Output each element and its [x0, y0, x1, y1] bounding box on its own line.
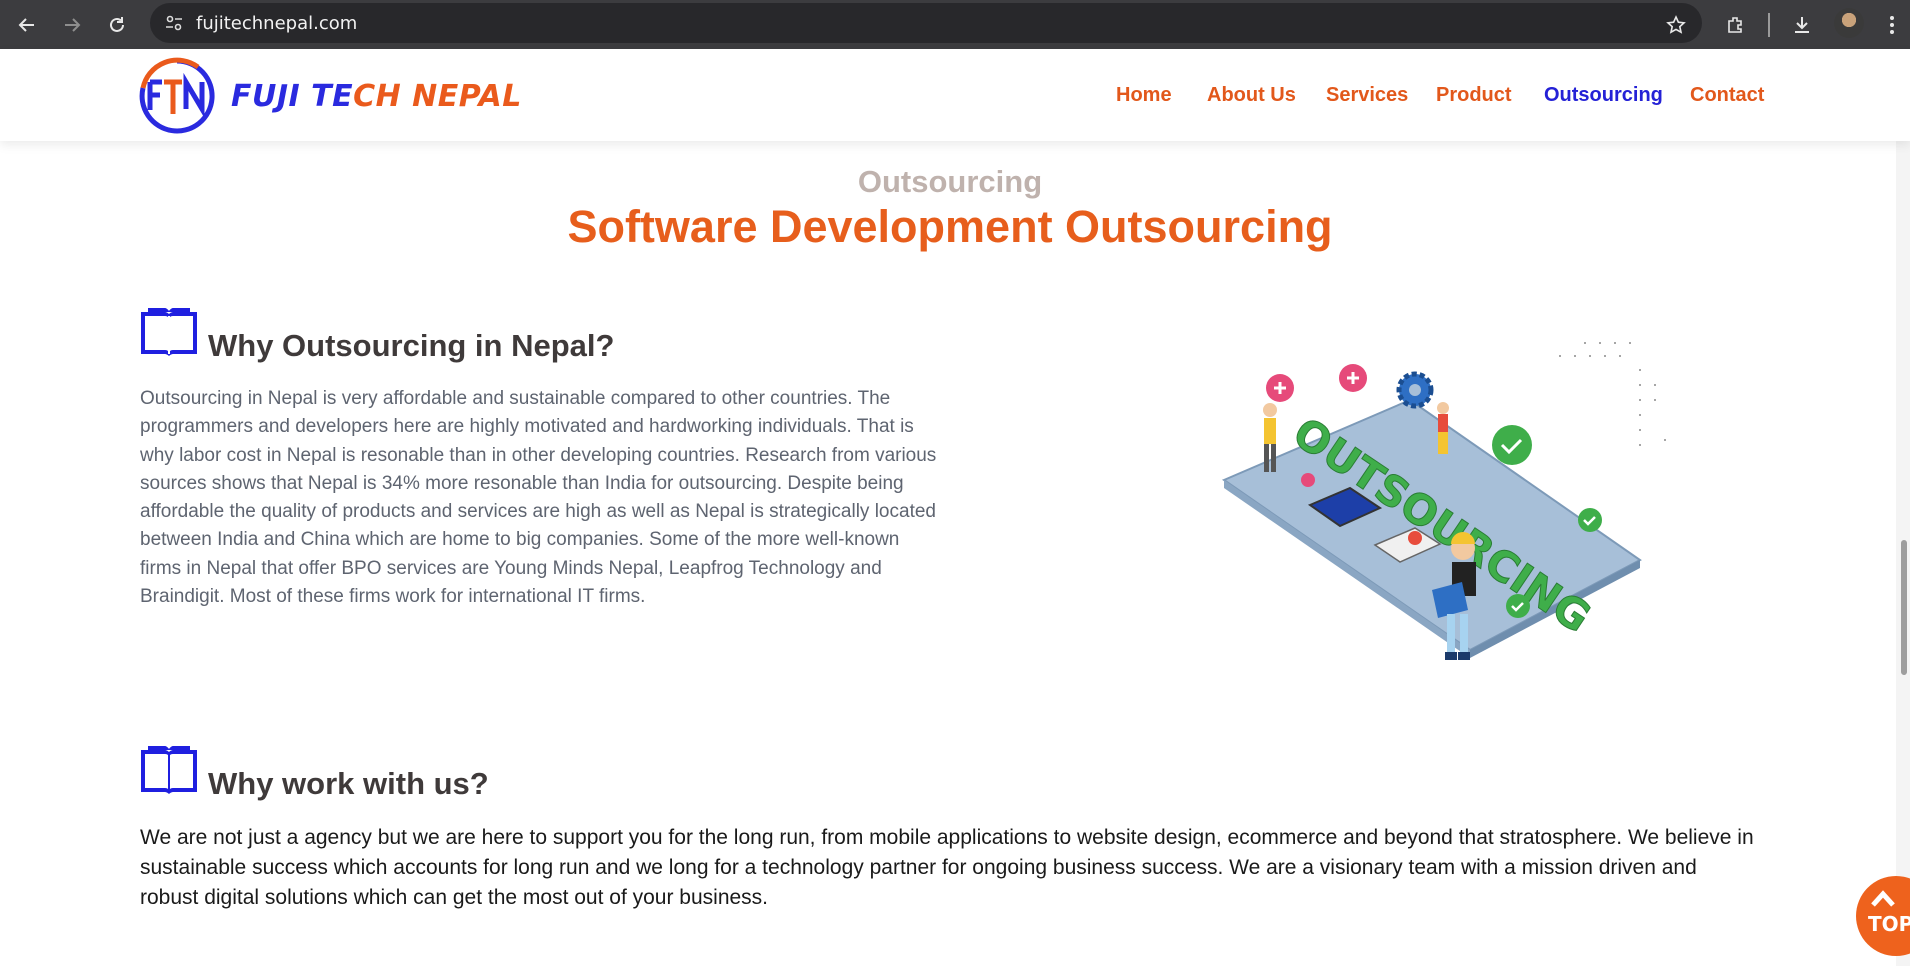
nav-about-us[interactable]: About Us: [1207, 84, 1296, 107]
menu-dots-icon[interactable]: [1876, 9, 1908, 41]
ftn-logo-icon[interactable]: [138, 57, 216, 140]
nav-outsourcing[interactable]: Outsourcing: [1544, 84, 1663, 107]
toolbar-separator: [1768, 13, 1770, 37]
forward-arrow-icon[interactable]: [56, 9, 88, 41]
browser-toolbar: fujitechnepal.com: [0, 0, 1910, 49]
scrollbar-thumb[interactable]: [1901, 540, 1907, 675]
brand-name[interactable]: FUJI TECH NEPAL: [231, 79, 522, 114]
site-settings-icon[interactable]: [164, 13, 184, 38]
brand-part-blue: FUJI TE: [231, 79, 354, 114]
page-title: Software Development Outsourcing: [567, 201, 1333, 252]
outsourcing-illustration: OUTSOURCING: [1210, 330, 1690, 695]
download-icon[interactable]: [1786, 9, 1818, 41]
section-body-why-outsourcing: Outsourcing in Nepal is very affordable …: [140, 388, 937, 608]
page-scrollbar[interactable]: [1896, 49, 1910, 966]
nav-services[interactable]: Services: [1326, 84, 1408, 107]
nav-product[interactable]: Product: [1436, 84, 1512, 107]
reload-icon[interactable]: [101, 9, 133, 41]
section-body-why-work-with-us: We are not just a agency but we are here…: [140, 826, 1754, 909]
star-icon[interactable]: [1660, 9, 1692, 41]
page-kicker: Outsourcing: [857, 164, 1043, 199]
chevron-up-icon: [1871, 890, 1895, 907]
back-to-top-label: TOP: [1868, 912, 1910, 936]
section-title-why-outsourcing: Why Outsourcing in Nepal?: [208, 328, 615, 363]
address-bar[interactable]: fujitechnepal.com: [150, 3, 1702, 43]
back-arrow-icon[interactable]: [11, 9, 43, 41]
site-header: FUJI TECH NEPAL Home About Us Services P…: [0, 49, 1910, 141]
nav-home[interactable]: Home: [1116, 84, 1172, 107]
url-text: fujitechnepal.com: [196, 13, 358, 34]
extensions-icon[interactable]: [1720, 9, 1752, 41]
section-title-why-work-with-us: Why work with us?: [208, 766, 489, 801]
book-icon: [139, 306, 199, 358]
nav-contact[interactable]: Contact: [1690, 84, 1764, 107]
profile-avatar[interactable]: [1834, 8, 1864, 38]
brand-part-orange: CH NEPAL: [353, 79, 522, 114]
book-icon: [139, 744, 199, 796]
